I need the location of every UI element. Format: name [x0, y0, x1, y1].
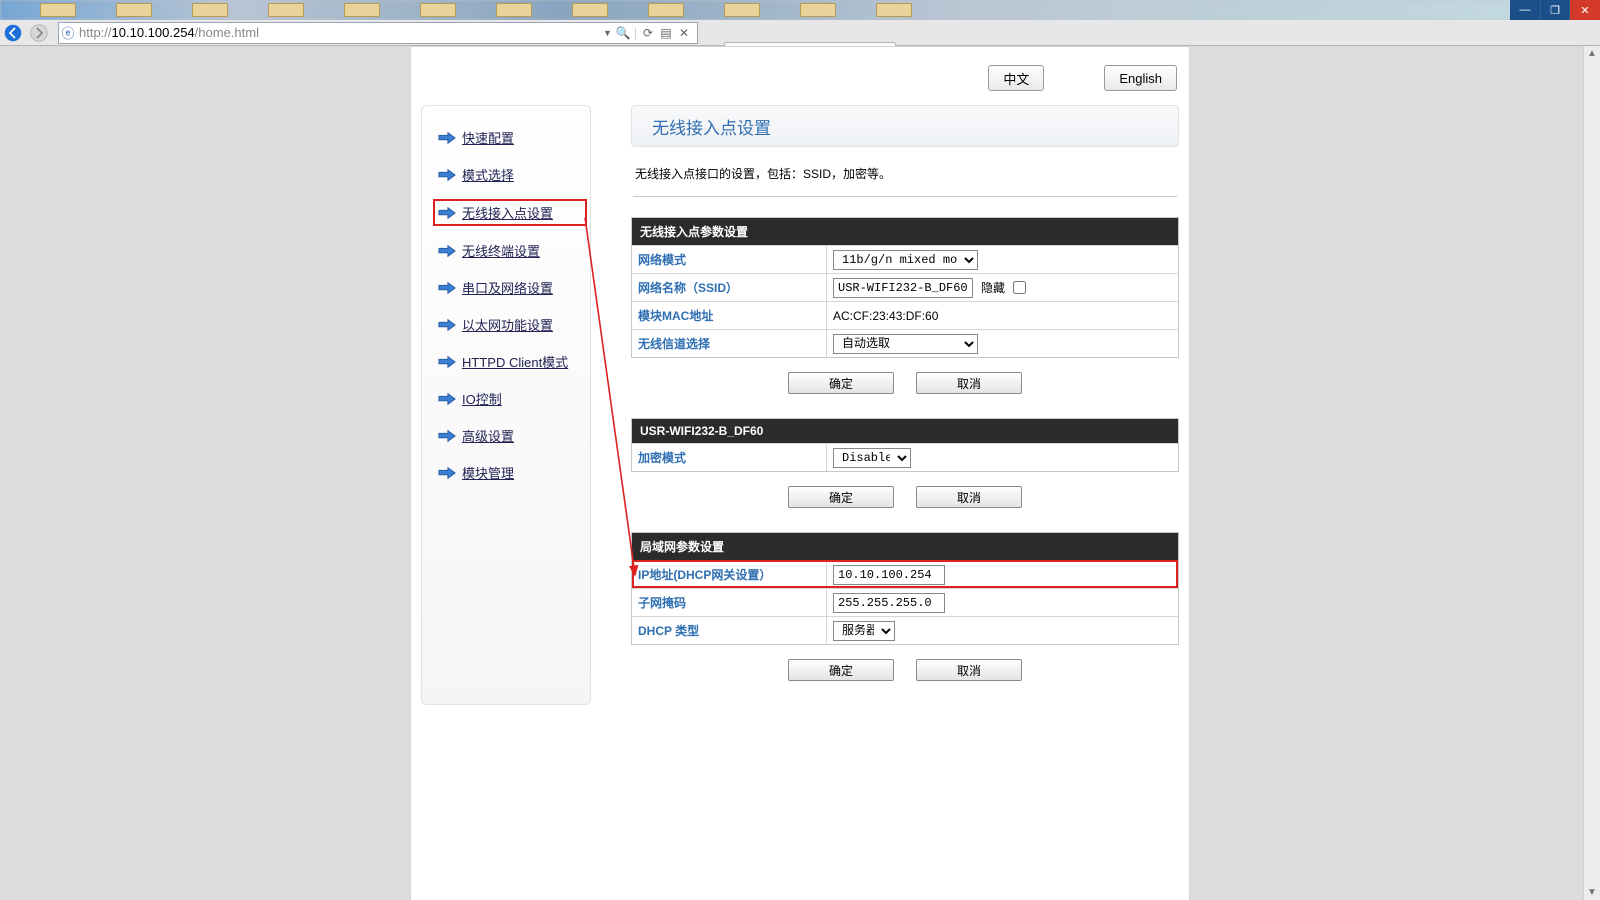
panel-lan-params: 局域网参数设置 IP地址(DHCP网关设置） 子网掩码: [631, 532, 1179, 645]
window-minimize-button[interactable]: —: [1510, 0, 1540, 20]
ok-button[interactable]: 确定: [788, 486, 894, 508]
browser-toolbar: ⓔ http://10.10.100.254/home.html ▼ 🔍 | ⟳…: [0, 20, 1600, 46]
sidebar-item-label: 高级设置: [462, 426, 514, 445]
nav-back-button[interactable]: [0, 22, 26, 44]
dhcp-type-select[interactable]: 服务器: [833, 621, 895, 641]
arrow-right-icon: [438, 244, 456, 258]
panel-header: 局域网参数设置: [632, 533, 1178, 560]
arrow-right-icon: [438, 168, 456, 182]
sidebar-item-label: 串口及网络设置: [462, 278, 553, 297]
ip-address-input[interactable]: [833, 565, 945, 585]
refresh-icon[interactable]: ⟳: [641, 26, 655, 40]
sidebar-item-serial-network[interactable]: 串口及网络设置: [438, 278, 584, 297]
arrow-right-icon: [438, 355, 456, 369]
arrow-right-icon: [438, 466, 456, 480]
row-label-mac: 模块MAC地址: [632, 302, 827, 329]
window-chrome: — ❐ ✕ ⓔ http://10.10.100.254/home.html ▼…: [0, 0, 1600, 46]
sidebar-item-label: HTTPD Client模式: [462, 352, 568, 371]
sidebar-item-label: 无线接入点设置: [462, 203, 553, 222]
row-label-encryption: 加密模式: [632, 444, 827, 471]
ok-button[interactable]: 确定: [788, 659, 894, 681]
window-close-button[interactable]: ✕: [1570, 0, 1600, 20]
taskbar-icons: [0, 0, 1600, 20]
panel-encryption: USR-WIFI232-B_DF60 加密模式 Disable: [631, 418, 1179, 472]
cancel-button[interactable]: 取消: [916, 486, 1022, 508]
window-maximize-button[interactable]: ❐: [1540, 0, 1570, 20]
sidebar-item-label: 无线终端设置: [462, 241, 540, 260]
stop-icon[interactable]: ✕: [677, 26, 691, 40]
sidebar-item-io-control[interactable]: IO控制: [438, 389, 584, 408]
panel-header: USR-WIFI232-B_DF60: [632, 419, 1178, 443]
sidebar-item-sta-settings[interactable]: 无线终端设置: [438, 241, 584, 260]
nav-forward-button[interactable]: [26, 22, 52, 44]
hide-ssid-label: 隐藏: [981, 279, 1005, 296]
url-text: http://10.10.100.254/home.html: [77, 25, 597, 40]
sidebar-item-label: 以太网功能设置: [462, 315, 553, 334]
panel-ap-params: 无线接入点参数设置 网络模式 11b/g/n mixed mode 网络名称（S…: [631, 217, 1179, 358]
sidebar: 快速配置 模式选择 无线接入点设置 无线终端设置 串口及网络设置: [421, 105, 591, 705]
main-content: 无线接入点设置 无线接入点接口的设置，包括：SSID，加密等。 无线接入点参数设…: [631, 105, 1179, 705]
subnet-mask-input[interactable]: [833, 593, 945, 613]
arrow-right-icon: [438, 281, 456, 295]
sidebar-item-ap-settings[interactable]: 无线接入点设置: [436, 202, 584, 223]
mac-value: AC:CF:23:43:DF:60: [827, 306, 1178, 326]
vertical-scrollbar[interactable]: [1583, 46, 1600, 900]
hide-ssid-checkbox[interactable]: [1013, 281, 1026, 294]
page-description: 无线接入点接口的设置，包括：SSID，加密等。: [635, 165, 1175, 182]
arrow-right-icon: [438, 392, 456, 406]
arrow-right-icon: [438, 131, 456, 145]
divider: [633, 196, 1177, 197]
search-icon[interactable]: 🔍: [616, 26, 630, 40]
sidebar-item-label: 快速配置: [462, 128, 514, 147]
address-bar[interactable]: ⓔ http://10.10.100.254/home.html ▼ 🔍 | ⟳…: [58, 22, 698, 44]
addressbar-dropdown-icon[interactable]: ▼: [603, 28, 612, 38]
ssid-input[interactable]: [833, 278, 973, 298]
arrow-right-icon: [438, 206, 456, 220]
row-label-ip: IP地址(DHCP网关设置）: [632, 561, 827, 588]
lang-chinese-button[interactable]: 中文: [988, 65, 1044, 91]
sidebar-item-ethernet[interactable]: 以太网功能设置: [438, 315, 584, 334]
network-mode-select[interactable]: 11b/g/n mixed mode: [833, 250, 978, 270]
row-label-ssid: 网络名称（SSID）: [632, 274, 827, 301]
cancel-button[interactable]: 取消: [916, 372, 1022, 394]
ie-page-icon: ⓔ: [59, 23, 77, 42]
sidebar-item-label: 模式选择: [462, 165, 514, 184]
sidebar-item-label: 模块管理: [462, 463, 514, 482]
sidebar-item-mode-select[interactable]: 模式选择: [438, 165, 584, 184]
ok-button[interactable]: 确定: [788, 372, 894, 394]
row-label-network-mode: 网络模式: [632, 246, 827, 273]
sidebar-item-quick-config[interactable]: 快速配置: [438, 128, 584, 147]
row-label-subnet: 子网掩码: [632, 589, 827, 616]
page-viewport: 中文 English 快速配置 模式选择 无线接入点设置: [0, 46, 1600, 900]
encryption-select[interactable]: Disable: [833, 448, 911, 468]
lang-english-button[interactable]: English: [1104, 65, 1177, 91]
row-label-dhcp: DHCP 类型: [632, 617, 827, 644]
row-label-channel: 无线信道选择: [632, 330, 827, 357]
sidebar-item-httpd-client[interactable]: HTTPD Client模式: [438, 352, 584, 371]
sidebar-item-module-mgmt[interactable]: 模块管理: [438, 463, 584, 482]
sidebar-item-label: IO控制: [462, 389, 502, 408]
compat-icon[interactable]: ▤: [659, 26, 673, 40]
arrow-right-icon: [438, 429, 456, 443]
sidebar-item-advanced[interactable]: 高级设置: [438, 426, 584, 445]
cancel-button[interactable]: 取消: [916, 659, 1022, 681]
page-container: 中文 English 快速配置 模式选择 无线接入点设置: [410, 46, 1190, 900]
addressbar-right-icons: ▼ 🔍 | ⟳ ▤ ✕: [597, 26, 697, 40]
arrow-right-icon: [438, 318, 456, 332]
channel-select[interactable]: 自动选取: [833, 334, 978, 354]
row-ip-address: IP地址(DHCP网关设置）: [632, 560, 1178, 588]
panel-header: 无线接入点参数设置: [632, 218, 1178, 245]
page-title: 无线接入点设置: [631, 105, 1179, 147]
